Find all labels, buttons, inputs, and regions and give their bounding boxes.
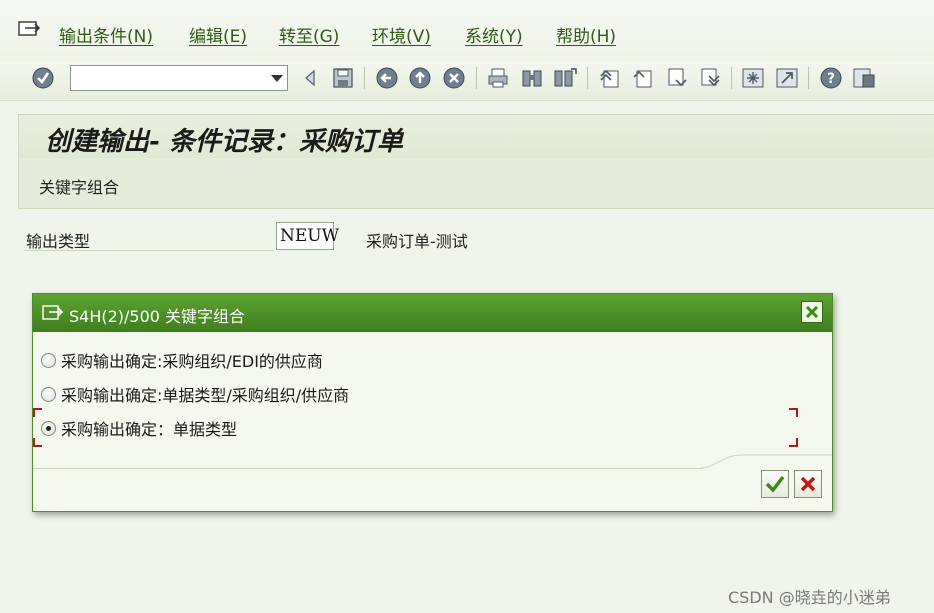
cancel-icon[interactable] — [442, 66, 466, 90]
save-icon[interactable] — [331, 66, 355, 90]
radio-button-selected[interactable] — [41, 420, 56, 436]
output-type-description: 采购订单-测试 — [366, 232, 468, 251]
new-session-icon[interactable] — [741, 66, 765, 90]
checkmark-icon — [765, 475, 785, 493]
watermark-text: CSDN @晓垚的小迷弟 — [728, 588, 891, 607]
menu-output-conditions[interactable]: 输出条件(N) — [59, 22, 153, 47]
option-purch-org-edi-vendor[interactable]: 采购输出确定:采购组织/EDI的供应商 — [41, 348, 323, 372]
option-doc-type-purch-org-vendor[interactable]: 采购输出确定:单据类型/采购组织/供应商 — [41, 382, 349, 406]
separator — [731, 67, 732, 89]
title-bar: 创建输出- 条件记录：采购订单 — [18, 114, 934, 159]
menu-goto[interactable]: 转至(G) — [279, 22, 339, 47]
menu-edit[interactable]: 编辑(E) — [189, 22, 247, 47]
option-label: 采购输出确定:采购组织/EDI的供应商 — [61, 352, 323, 371]
subtitle-bar: 关键字组合 — [18, 158, 934, 209]
svg-text:?: ? — [827, 71, 835, 87]
print-icon[interactable] — [486, 66, 510, 90]
output-type-label: 输出类型 — [26, 232, 91, 251]
footer-curve — [701, 454, 832, 469]
focus-frame-corner — [789, 408, 798, 417]
separator — [476, 67, 477, 89]
cross-icon — [800, 476, 816, 492]
option-label: 采购输出确定：单据类型 — [61, 420, 238, 439]
help-icon[interactable]: ? — [819, 66, 843, 90]
back-green-icon[interactable] — [375, 66, 399, 90]
dialog-header: S4H(2)/500 关键字组合 — [33, 294, 832, 332]
next-page-icon[interactable] — [665, 66, 689, 90]
option-label: 采购输出确定:单据类型/采购组织/供应商 — [61, 386, 350, 405]
command-field[interactable] — [70, 65, 288, 91]
output-type-field[interactable]: NEUW — [276, 222, 339, 250]
back-icon[interactable] — [298, 66, 322, 90]
shortcut-icon[interactable] — [775, 66, 799, 90]
dialog-close-button[interactable] — [801, 301, 823, 323]
previous-page-icon[interactable] — [631, 66, 655, 90]
focus-frame-corner — [33, 408, 42, 417]
separator — [587, 67, 588, 89]
enter-icon[interactable] — [31, 66, 55, 90]
radio-button[interactable] — [41, 352, 56, 368]
option-doc-type[interactable]: 采购输出确定：单据类型 — [41, 416, 237, 440]
footer-divider — [33, 468, 703, 469]
last-page-icon[interactable] — [698, 66, 722, 90]
layout-icon[interactable] — [852, 66, 876, 90]
find-icon[interactable] — [520, 66, 544, 90]
menu-environment[interactable]: 环境(V) — [372, 22, 431, 47]
menu-icon[interactable] — [17, 19, 41, 39]
menu-system[interactable]: 系统(Y) — [465, 22, 523, 47]
focus-frame-corner — [789, 438, 798, 447]
menu-bar: 输出条件(N) 编辑(E) 转至(G) 环境(V) 系统(Y) 帮助(H) — [0, 0, 934, 62]
dialog-menu-icon[interactable] — [42, 303, 64, 323]
first-page-icon[interactable] — [598, 66, 622, 90]
page-title: 创建输出- 条件记录：采购订单 — [45, 127, 403, 157]
key-combination-heading: 关键字组合 — [39, 178, 120, 197]
close-icon — [805, 305, 819, 319]
dialog-title: S4H(2)/500 关键字组合 — [69, 307, 246, 326]
exit-icon[interactable] — [408, 66, 432, 90]
focus-frame-corner — [33, 438, 42, 447]
field-underline — [24, 250, 274, 251]
menu-help[interactable]: 帮助(H) — [556, 22, 616, 47]
separator — [808, 67, 809, 89]
ok-button[interactable] — [761, 470, 789, 498]
chevron-down-icon[interactable] — [271, 75, 283, 82]
radio-button[interactable] — [41, 386, 56, 402]
separator — [364, 67, 365, 89]
find-next-icon[interactable] — [553, 66, 577, 90]
cancel-button[interactable] — [794, 470, 822, 498]
key-combination-dialog: S4H(2)/500 关键字组合 采购输出确定:采购组织/EDI的供应商 采购输… — [32, 293, 833, 512]
